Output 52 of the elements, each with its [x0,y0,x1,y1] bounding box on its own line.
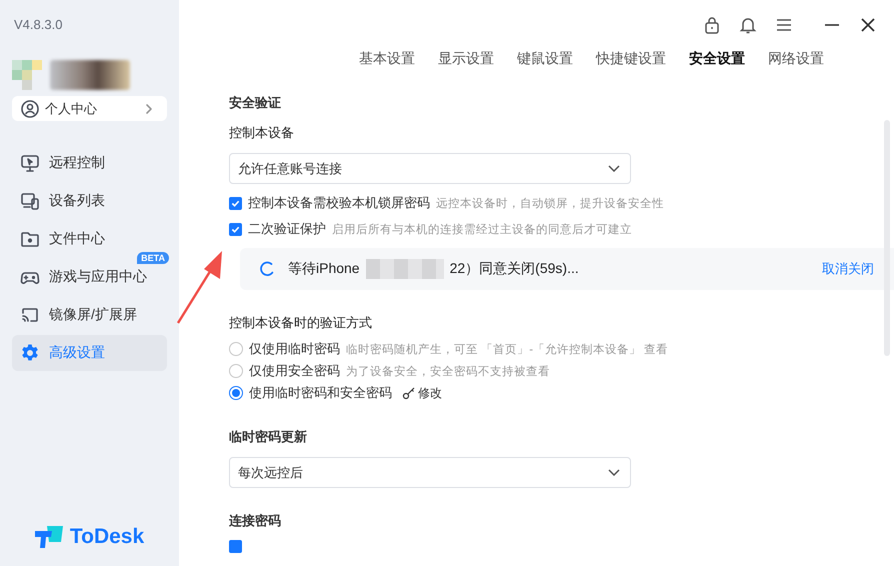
hint-text: 临时密码随机产生，可至 「首页」-「允许控制本设备」 查看 [346,342,668,356]
checkbox[interactable] [229,196,242,210]
edit-link[interactable]: 修改 [402,384,442,402]
update-dropdown[interactable]: 每次远控后 [229,457,631,488]
radio-button[interactable] [229,364,243,378]
cast-icon [20,305,40,325]
checkbox-label: 二次验证保护 [248,220,326,238]
hint-text: 启用后所有与本机的连接需经过主设备的同意后才可建立 [332,222,632,236]
sidebar-item[interactable]: 远程控制 [12,145,167,181]
settings-tab[interactable]: 显示设置 [438,50,494,68]
pending-text: 等待iPhone [288,260,360,278]
field-label: 控制本设备时的验证方式 [229,314,373,332]
logo-icon [34,526,65,548]
settings-tab[interactable]: 基本设置 [359,50,415,68]
access-dropdown[interactable]: 允许任意账号连接 [229,153,631,184]
section-title: 临时密码更新 [229,428,308,446]
radio-button[interactable] [229,342,243,356]
radio-button[interactable] [229,386,243,400]
spinner-icon [258,260,276,278]
devices-icon [20,191,40,211]
hint-text: 为了设备安全，安全密码不支持被查看 [346,364,550,378]
chevron-icon [608,469,620,476]
folder-icon [20,229,40,249]
checkbox-label: 控制本设备需校验本机锁屏密码 [248,194,430,212]
radio-label: 使用临时密码和安全密码 [249,384,392,402]
user-icon [20,98,40,118]
key-icon [402,386,416,400]
settings-tab[interactable]: 快捷键设置 [596,50,666,68]
cancel-link[interactable]: 取消关闭 [822,260,874,278]
gear-icon [20,343,40,363]
monitor-icon [20,153,40,173]
version-label: V4.8.3.0 [14,17,64,32]
profile-link[interactable]: 个人中心 [12,96,167,121]
sidebar-item[interactable]: 镜像屏/扩展屏 [12,297,167,333]
chevron-icon [608,165,620,172]
check-icon [231,224,240,234]
radio-label: 仅使用临时密码 [249,340,340,358]
sidebar-item[interactable]: 设备列表 [12,183,167,219]
checkbox[interactable] [229,540,242,553]
hint-text: 远控本设备时，自动锁屏，提升设备安全性 [436,196,664,210]
settings-tab[interactable]: 键鼠设置 [517,50,573,68]
field-label: 控制本设备 [229,124,295,142]
section-title: 连接密码 [229,512,282,530]
checkbox[interactable] [229,222,242,236]
settings-tab[interactable]: 安全设置 [689,50,745,68]
beta-badge: BETA [137,252,169,264]
logo-text: ToDesk [70,525,144,549]
settings-tab[interactable]: 网络设置 [768,50,824,68]
section-title: 安全验证 [229,94,282,112]
radio-label: 仅使用安全密码 [249,362,340,380]
check-icon [231,198,240,208]
pending-text: 22）同意关闭(59s)... [450,260,579,278]
